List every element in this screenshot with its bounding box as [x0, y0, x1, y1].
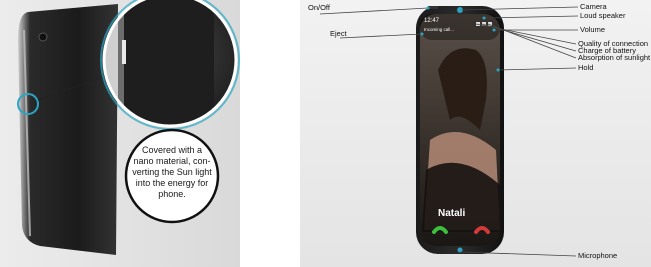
- label-camera: Camera: [580, 2, 607, 11]
- label-absorption-of-sunlight: Absorption of sunlight: [578, 53, 651, 62]
- label-on-off: On/Off: [308, 3, 330, 12]
- left-panel: Covered with a nano material, con-vertin…: [0, 0, 240, 267]
- label-volume: Volume: [580, 25, 606, 34]
- on-off-button[interactable]: [428, 6, 438, 9]
- screen-status: Incoming call...: [424, 27, 455, 32]
- right-panel: 12:47 Incoming call... Natali On/Off Eje…: [300, 0, 651, 267]
- callout-text: Covered with a nano material, con-vertin…: [132, 145, 212, 199]
- caller-name: Natali: [438, 208, 466, 219]
- phone-side-illustration: [17, 0, 240, 255]
- label-hold: Hold: [578, 63, 594, 72]
- screen-time: 12:47: [424, 18, 440, 24]
- label-eject: Eject: [330, 29, 347, 38]
- label-loud-speaker: Loud speaker: [580, 11, 626, 20]
- camera-lens-icon: [38, 32, 48, 42]
- label-microphone: Microphone: [578, 251, 618, 260]
